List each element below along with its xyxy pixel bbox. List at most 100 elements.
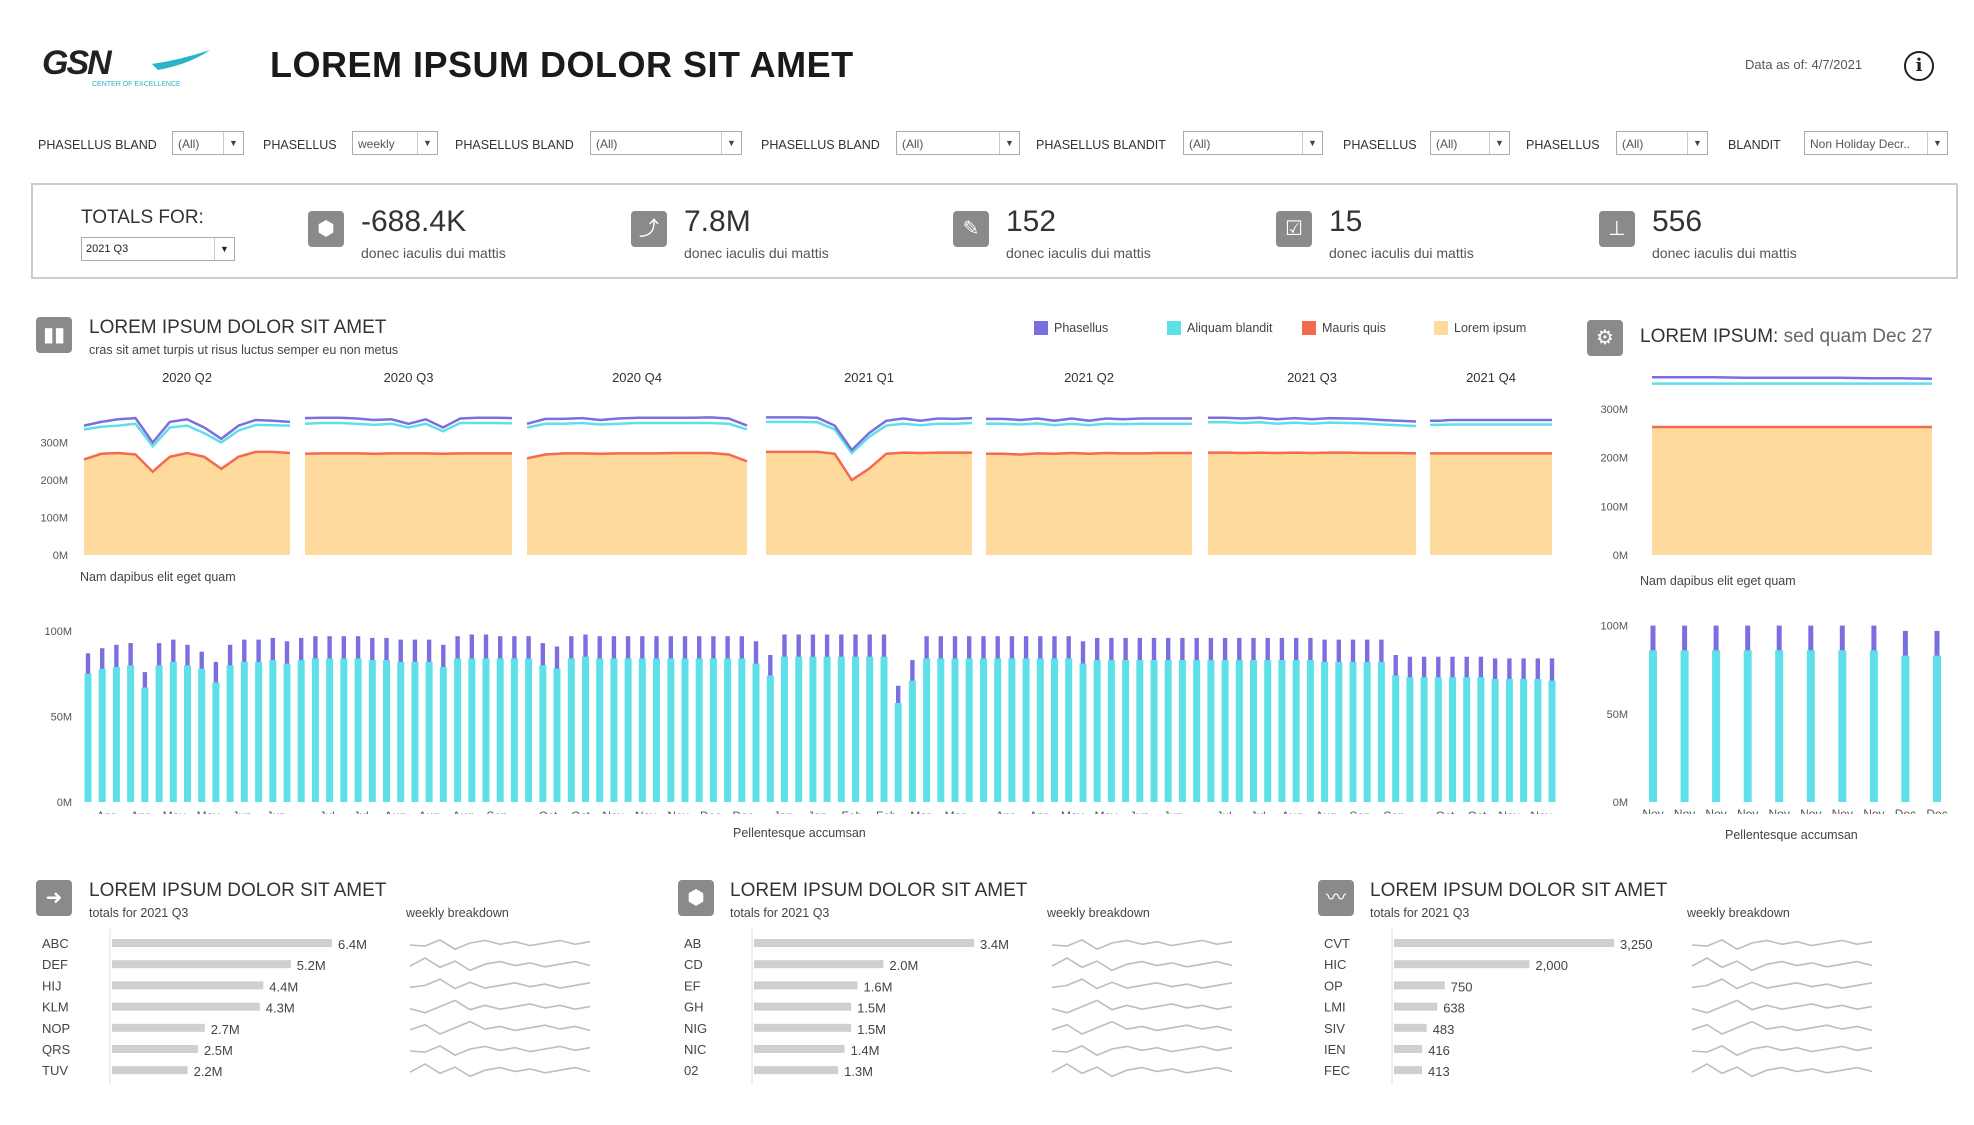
value-label: 6.4M (338, 937, 367, 952)
x-tick-month: Jun (232, 809, 251, 814)
bar-aliquam-blandit (1434, 677, 1442, 802)
bar-aliquam-blandit (567, 658, 575, 802)
y-tick-label: 100M (1600, 501, 1628, 513)
legend-item: Aliquam blandit (1187, 321, 1273, 335)
side-bar-chart: 0M50M100MNov06Nov09Nov13Nov16Nov20Nov23N… (1600, 621, 1947, 814)
bar-aliquam-blandit (1335, 661, 1343, 802)
stamp-icon: ⊥ (1599, 211, 1635, 247)
bar-aliquam-blandit (510, 658, 518, 802)
kpi-label: donec iaculis dui mattis (684, 245, 829, 261)
bar-aliquam-blandit (311, 658, 319, 802)
series-line-aliquam-blandit (83, 422, 291, 449)
bar-aliquam-blandit (255, 661, 263, 802)
series-line-phasellus (986, 417, 1192, 423)
bar-aliquam-blandit (84, 673, 92, 802)
sparkline (1691, 978, 1873, 990)
category-label: HIC (1324, 957, 1346, 972)
filter-dropdown[interactable]: (All) ▼ (172, 131, 244, 155)
panel-bar-chart: ABC 6.4M DEF 5.2M HIJ 4.4M KLM 4.3M NOP 2.7M QRS 2.… (42, 929, 591, 1085)
bar-aliquam-blandit (1036, 658, 1044, 802)
bar-aliquam-blandit (1008, 658, 1016, 802)
series-line-aliquam-blandit (766, 420, 973, 455)
bar-aliquam-blandit (837, 656, 845, 802)
panel-subtitle: totals for 2021 Q3 (730, 906, 830, 920)
x-tick-month: May (197, 809, 220, 814)
filter-dropdown[interactable]: (All) ▼ (1430, 131, 1510, 155)
bar-aliquam-blandit (923, 658, 931, 802)
bar (1394, 939, 1614, 947)
x-tick-month: Aug (452, 809, 473, 814)
period-dropdown[interactable]: 2021 Q3 ▼ (81, 237, 235, 261)
x-tick-month: Sep (486, 809, 508, 814)
sparkline (1051, 939, 1233, 951)
bar-aliquam-blandit (1292, 660, 1300, 802)
x-tick-month: Aug (1281, 809, 1302, 814)
bar-aliquam-blandit (184, 665, 191, 802)
filter-dropdown[interactable]: weekly ▼ (352, 131, 438, 155)
filter-label: PHASELLUS BLAND (455, 138, 574, 152)
filter-dropdown[interactable]: (All) ▼ (896, 131, 1020, 155)
sparkline (1691, 999, 1873, 1014)
filter-label: PHASELLUS (1343, 138, 1417, 152)
bar (754, 939, 974, 947)
totals-panel: TOTALS FOR: 2021 Q3 ▼ ⬢ -688.4K donec iac… (31, 183, 1958, 279)
kpi-label: donec iaculis dui mattis (1329, 245, 1474, 261)
y-tick-label: 0M (1613, 550, 1628, 560)
bar-aliquam-blandit (425, 661, 433, 802)
sparkline (1051, 978, 1233, 990)
legend-item: Lorem ipsum (1454, 321, 1527, 335)
bar-aliquam-blandit (1150, 660, 1158, 802)
sparkline (1051, 1063, 1233, 1078)
x-tick-month: Dec (700, 809, 721, 814)
bar-aliquam-blandit (354, 658, 362, 802)
bar-aliquam-blandit (653, 658, 660, 802)
x-tick-month: Oct (539, 809, 558, 814)
x-tick-month: Jul (353, 809, 368, 814)
sparkline (1051, 957, 1233, 972)
bar-aliquam-blandit (1392, 675, 1400, 802)
logo-text: GSN (42, 44, 113, 82)
legend-swatch (1034, 321, 1048, 335)
panel-subtitle: totals for 2021 Q3 (89, 906, 189, 920)
sparkline (409, 939, 591, 951)
sparkline (1051, 999, 1233, 1014)
x-tick-month: Nov (1737, 807, 1758, 814)
area-fill-lorem-ipsum (527, 453, 747, 555)
legend-item: Mauris quis (1322, 321, 1386, 335)
value-label: 638 (1443, 1001, 1465, 1016)
x-tick-month: Nov (1498, 809, 1519, 814)
x-tick-month: Nov (602, 809, 623, 814)
legend-swatch (1167, 321, 1181, 335)
category-label: NOP (42, 1021, 70, 1036)
x-tick-month: Nov (1642, 807, 1663, 814)
filter-label: PHASELLUS (263, 138, 337, 152)
category-label: ABC (42, 936, 69, 951)
bar (754, 960, 884, 969)
value-label: 3,250 (1620, 937, 1653, 952)
series-line-phasellus (1430, 418, 1552, 423)
filter-dropdown[interactable]: (All) ▼ (590, 131, 742, 155)
bar (1394, 1023, 1427, 1032)
sparkline (409, 1020, 591, 1035)
filter-dropdown[interactable]: (All) ▼ (1183, 131, 1323, 155)
bar-aliquam-blandit (1306, 660, 1314, 802)
filter-dropdown[interactable]: (All) ▼ (1616, 131, 1708, 155)
bar-aliquam-blandit (1264, 660, 1272, 802)
bar (754, 1023, 852, 1032)
bar-aliquam-blandit (1136, 660, 1144, 802)
bar-aliquam-blandit (240, 661, 248, 802)
logo-subtext: CENTER OF EXCELLENCE (92, 81, 181, 88)
bar (1394, 1045, 1423, 1053)
chevron-down-icon: ▼ (1489, 132, 1509, 154)
bar-aliquam-blandit (894, 702, 902, 802)
bar-aliquam-blandit (1463, 677, 1471, 802)
info-icon[interactable]: i (1904, 51, 1934, 81)
category-label: HIJ (42, 978, 62, 993)
filter-dropdown[interactable]: Non Holiday Decr.. ▼ (1804, 131, 1948, 155)
x-tick-month: Aug (418, 809, 439, 814)
y-tick-label: 100M (1600, 621, 1628, 633)
x-axis-title: Pellentesque accumsan (733, 826, 866, 840)
sparkline (1691, 939, 1873, 951)
bar-aliquam-blandit (439, 667, 447, 802)
chevron-down-icon: ▼ (1687, 132, 1707, 154)
